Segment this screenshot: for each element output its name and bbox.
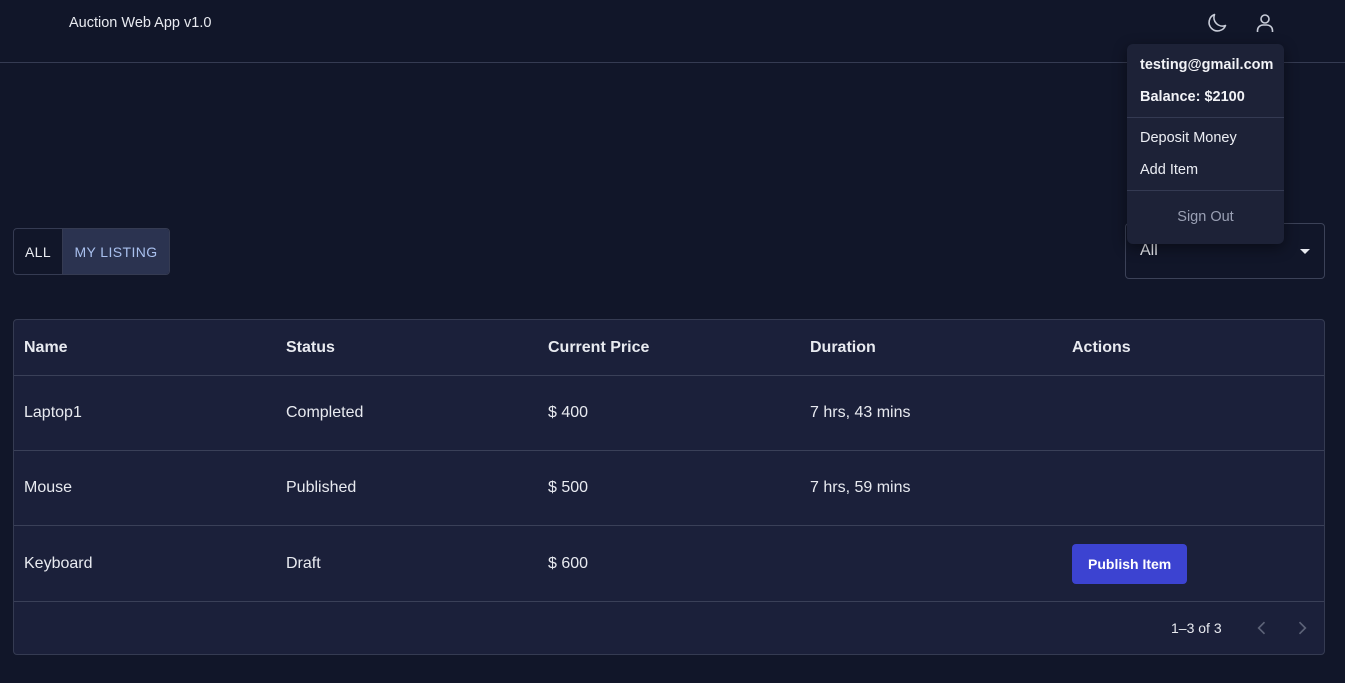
menu-item-deposit-money[interactable]: Deposit Money bbox=[1140, 130, 1237, 146]
column-header-name: Name bbox=[24, 338, 68, 356]
table-pagination: 1–3 of 3 bbox=[14, 602, 1324, 654]
sign-out-button[interactable]: Sign Out bbox=[1127, 209, 1284, 225]
menu-divider bbox=[1127, 190, 1284, 191]
cell-name: Keyboard bbox=[24, 554, 93, 572]
app-title: Auction Web App v1.0 bbox=[69, 15, 212, 31]
cell-status: Published bbox=[286, 479, 357, 496]
account-button[interactable] bbox=[1251, 9, 1279, 37]
column-header-actions: Actions bbox=[1072, 338, 1131, 356]
table-header-row: Name Status Current Price Duration Actio… bbox=[14, 320, 1324, 376]
cell-name: Mouse bbox=[24, 479, 73, 496]
moon-icon bbox=[1208, 13, 1227, 32]
pagination-range: 1–3 of 3 bbox=[1171, 620, 1222, 636]
toggle-my-listing[interactable]: MY LISTING bbox=[62, 229, 169, 274]
cell-price: $ 400 bbox=[548, 404, 589, 421]
chevron-left-icon bbox=[1257, 621, 1266, 635]
next-page-button[interactable] bbox=[1288, 614, 1316, 642]
publish-item-button[interactable]: Publish Item bbox=[1072, 543, 1188, 584]
user-icon bbox=[1256, 14, 1274, 32]
user-balance: Balance: $2100 bbox=[1140, 89, 1245, 105]
chevron-right-icon bbox=[1298, 621, 1307, 635]
user-email: testing@gmail.com bbox=[1140, 57, 1274, 73]
menu-divider bbox=[1127, 117, 1284, 118]
cell-status: Draft bbox=[286, 554, 321, 572]
listing-toggle-group: ALL MY LISTING bbox=[13, 228, 170, 275]
cell-status: Completed bbox=[286, 404, 364, 421]
status-filter-value: All bbox=[1140, 242, 1158, 259]
cell-price: $ 500 bbox=[548, 479, 589, 496]
table-row: Laptop1 Completed $ 400 7 hrs, 43 mins bbox=[14, 376, 1324, 451]
menu-item-add-item[interactable]: Add Item bbox=[1140, 162, 1198, 178]
cell-duration: 7 hrs, 59 mins bbox=[810, 479, 911, 496]
table-row: Keyboard Draft $ 600 Publish Item bbox=[14, 526, 1324, 602]
caret-down-icon bbox=[1300, 249, 1310, 254]
table-row: Mouse Published $ 500 7 hrs, 59 mins bbox=[14, 451, 1324, 526]
column-header-current-price: Current Price bbox=[548, 338, 650, 356]
previous-page-button[interactable] bbox=[1248, 614, 1276, 642]
user-menu: testing@gmail.com Balance: $2100 Deposit… bbox=[1127, 44, 1284, 244]
cell-actions: Publish Item bbox=[1072, 526, 1188, 601]
column-header-status: Status bbox=[286, 338, 335, 356]
listings-table: Name Status Current Price Duration Actio… bbox=[13, 319, 1325, 655]
theme-toggle-button[interactable] bbox=[1203, 9, 1231, 37]
cell-duration: 7 hrs, 43 mins bbox=[810, 404, 911, 421]
toggle-all[interactable]: ALL bbox=[14, 229, 62, 274]
cell-name: Laptop1 bbox=[24, 404, 82, 421]
column-header-duration: Duration bbox=[810, 338, 876, 356]
cell-price: $ 600 bbox=[548, 554, 589, 572]
